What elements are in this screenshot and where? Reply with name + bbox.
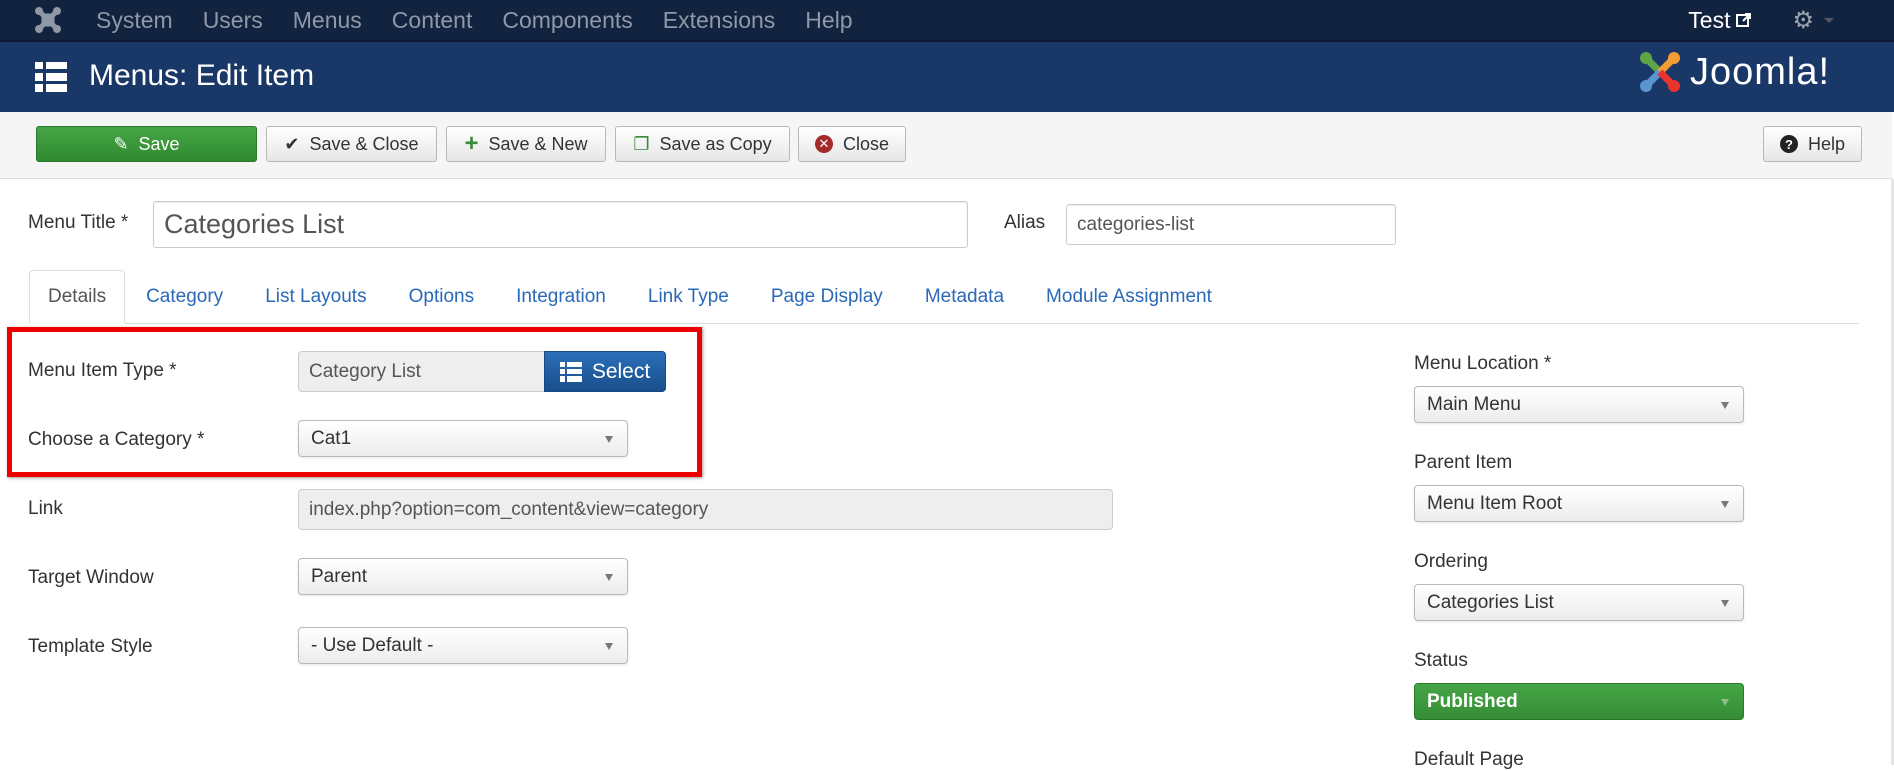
save-copy-label: Save as Copy xyxy=(659,133,772,154)
joomla-brand: Joomla! xyxy=(1638,50,1830,94)
ordering-value: Categories List xyxy=(1427,591,1554,613)
menu-item-type-field: Category List xyxy=(298,351,545,392)
gear-icon: ⚙ xyxy=(1792,6,1814,34)
copy-icon: ❐ xyxy=(633,133,650,154)
menu-location-select[interactable]: Main Menu xyxy=(1414,386,1744,423)
save-new-button[interactable]: + Save & New xyxy=(446,126,606,162)
tab-list-layouts[interactable]: List Layouts xyxy=(244,270,387,324)
joomla-wordmark: Joomla! xyxy=(1690,50,1831,93)
nav-menus[interactable]: Menus xyxy=(293,7,362,34)
status-label: Status xyxy=(1414,650,1468,671)
select-type-button[interactable]: Select xyxy=(544,351,666,392)
settings-menu[interactable]: ⚙ xyxy=(1792,6,1834,35)
joomla-brand-icon xyxy=(1640,52,1680,92)
dropdown-arrow-icon xyxy=(1721,600,1729,607)
tab-options[interactable]: Options xyxy=(388,270,495,324)
parent-item-value: Menu Item Root xyxy=(1427,492,1563,514)
nav-help[interactable]: Help xyxy=(805,7,852,34)
top-menubar: System Users Menus Content Components Ex… xyxy=(0,0,1894,42)
dropdown-arrow-icon xyxy=(605,643,613,650)
dropdown-arrow-icon xyxy=(1721,699,1729,706)
nav-components[interactable]: Components xyxy=(502,7,632,34)
nav-system[interactable]: System xyxy=(96,7,173,34)
nav-extensions[interactable]: Extensions xyxy=(663,7,776,34)
tab-page-display[interactable]: Page Display xyxy=(750,270,904,324)
target-window-label: Target Window xyxy=(28,567,154,588)
help-label: Help xyxy=(1807,133,1846,154)
link-field: index.php?option=com_content&view=catego… xyxy=(298,489,1113,530)
dropdown-arrow-icon xyxy=(605,574,613,581)
status-select[interactable]: Published xyxy=(1414,683,1744,720)
checkmark-icon: ✔ xyxy=(284,133,300,154)
template-style-value: - Use Default - xyxy=(311,634,434,656)
target-window-select[interactable]: Parent xyxy=(298,558,628,595)
category-label: Choose a Category * xyxy=(28,429,205,450)
close-button[interactable]: ✕ Close xyxy=(798,126,906,162)
page-header: Menus: Edit Item Joomla! xyxy=(0,42,1894,112)
save-copy-button[interactable]: ❐ Save as Copy xyxy=(615,126,790,162)
tab-module-assignment[interactable]: Module Assignment xyxy=(1025,270,1233,324)
save-button[interactable]: ✎ Save xyxy=(36,126,257,162)
menu-title-label: Menu Title * xyxy=(28,212,129,233)
close-circle-icon: ✕ xyxy=(814,135,833,153)
toolbar: ✎ Save ✔ Save & Close + Save & New ❐ Sav… xyxy=(0,112,1892,179)
top-right: Test ⚙ xyxy=(1688,0,1834,40)
save-close-label: Save & Close xyxy=(309,133,419,154)
list-icon xyxy=(559,361,582,382)
parent-item-select[interactable]: Menu Item Root xyxy=(1414,485,1744,522)
save-label: Save xyxy=(138,133,180,154)
ordering-select[interactable]: Categories List xyxy=(1414,584,1744,621)
menu-item-type-label: Menu Item Type * xyxy=(28,360,177,381)
dropdown-arrow-icon xyxy=(1721,501,1729,508)
nav-users[interactable]: Users xyxy=(203,7,263,34)
template-style-select[interactable]: - Use Default - xyxy=(298,627,628,664)
alias-label: Alias xyxy=(1004,212,1046,233)
category-select[interactable]: Cat1 xyxy=(298,420,628,457)
tab-bar: Details Category List Layouts Options In… xyxy=(29,270,1859,324)
edit-icon: ✎ xyxy=(113,133,129,154)
menu-list-icon xyxy=(35,62,67,92)
top-nav: System Users Menus Content Components Ex… xyxy=(96,0,883,40)
category-value: Cat1 xyxy=(311,427,352,449)
tab-details[interactable]: Details xyxy=(29,270,126,324)
page-title: Menus: Edit Item xyxy=(89,59,315,92)
site-link[interactable]: Test xyxy=(1688,7,1752,34)
select-label: Select xyxy=(591,359,651,383)
ordering-label: Ordering xyxy=(1414,551,1488,572)
plus-icon: + xyxy=(464,130,479,157)
tab-link-type[interactable]: Link Type xyxy=(627,270,750,324)
help-button[interactable]: ? Help xyxy=(1763,126,1862,162)
dropdown-arrow-icon xyxy=(605,436,613,443)
nav-content[interactable]: Content xyxy=(392,7,473,34)
joomla-logo-icon[interactable] xyxy=(34,6,62,34)
menu-location-value: Main Menu xyxy=(1427,393,1521,415)
save-new-label: Save & New xyxy=(488,133,588,154)
tab-category[interactable]: Category xyxy=(125,270,244,324)
dropdown-arrow-icon xyxy=(1721,402,1729,409)
parent-item-label: Parent Item xyxy=(1414,452,1513,473)
menu-location-label: Menu Location * xyxy=(1414,353,1552,374)
target-window-value: Parent xyxy=(311,565,367,587)
question-circle-icon: ? xyxy=(1779,135,1798,153)
template-style-label: Template Style xyxy=(28,636,153,657)
external-link-icon xyxy=(1736,13,1752,27)
tab-integration[interactable]: Integration xyxy=(495,270,627,324)
site-link-label: Test xyxy=(1688,6,1731,33)
alias-input[interactable]: categories-list xyxy=(1066,204,1396,245)
default-page-label: Default Page xyxy=(1414,749,1524,770)
tab-metadata[interactable]: Metadata xyxy=(904,270,1025,324)
link-label: Link xyxy=(28,498,63,519)
close-label: Close xyxy=(842,133,890,154)
menu-title-input[interactable]: Categories List xyxy=(153,201,968,248)
save-close-button[interactable]: ✔ Save & Close xyxy=(266,126,437,162)
chevron-down-icon xyxy=(1824,17,1834,23)
status-value: Published xyxy=(1427,690,1518,712)
